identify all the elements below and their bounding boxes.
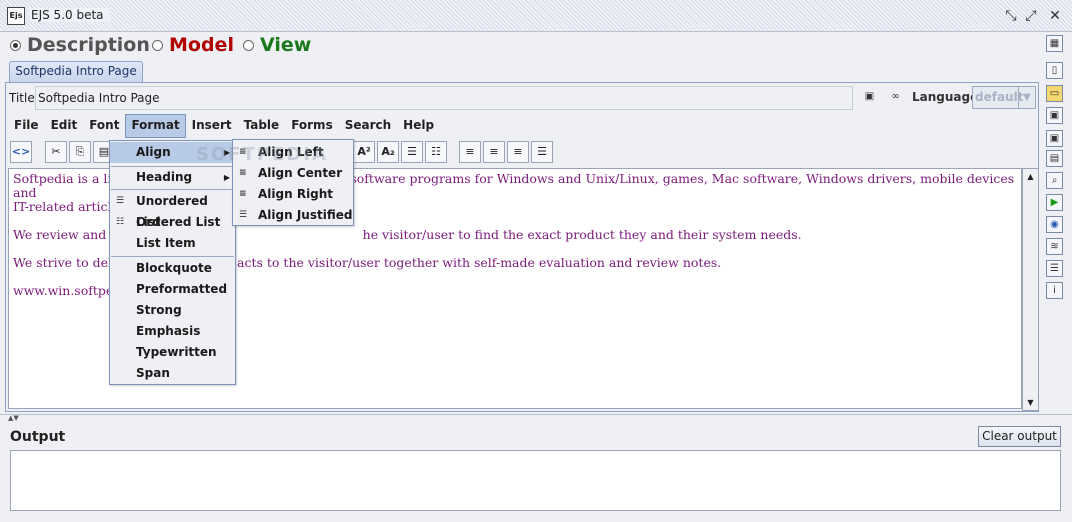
model-radio[interactable]	[152, 39, 163, 51]
menu-item-list-item[interactable]: List Item	[110, 233, 235, 254]
mode-model-label: Model	[169, 34, 234, 56]
subscript-button[interactable]: A₂	[377, 141, 399, 163]
grid-icon[interactable]: ▦	[1046, 35, 1063, 52]
watermark: SOFTPEDIA	[196, 144, 328, 165]
link-icon[interactable]: ∞	[887, 89, 904, 106]
save-icon[interactable]: ▣	[1046, 130, 1063, 147]
editor-scrollbar[interactable]: ▲ ▼	[1022, 168, 1039, 411]
maximize-icon[interactable]: ⤢	[1022, 7, 1040, 25]
menu-item-align-right[interactable]: ≡ Align Right	[233, 184, 353, 205]
browser-icon[interactable]: ◉	[1046, 216, 1063, 233]
editor-text: acts to the visitor/user together with s…	[237, 255, 722, 270]
description-radio[interactable]	[10, 39, 21, 51]
align-right-icon: ≡	[239, 189, 247, 199]
menu-item-emphasis[interactable]: Emphasis	[110, 321, 235, 342]
ordered-list-icon: ☷	[116, 217, 125, 227]
format-menu: Align ▶ Heading ▶ ☰ Unordered List ☷ Ordered…	[109, 140, 236, 385]
editor-text: www.win.softped	[13, 283, 122, 298]
editor-text: IT-related article	[13, 199, 119, 214]
align-justify-icon: ☰	[239, 210, 248, 220]
align-center-button[interactable]: ≡	[483, 141, 505, 163]
close-icon[interactable]: ✕	[1046, 7, 1064, 25]
menu-item-typewritten[interactable]: Typewritten	[110, 342, 235, 363]
align-left-button[interactable]: ≡	[459, 141, 481, 163]
superscript-button[interactable]: A²	[353, 141, 375, 163]
output-title: Output	[10, 429, 66, 445]
copy-button[interactable]: ⎘	[69, 141, 91, 163]
menu-item-strong[interactable]: Strong	[110, 300, 235, 321]
mode-model[interactable]: Model	[152, 33, 234, 57]
mode-view[interactable]: View	[243, 33, 311, 57]
menu-item-align-center[interactable]: ≡ Align Center	[233, 163, 353, 184]
scroll-down-icon[interactable]: ▼	[1023, 395, 1038, 410]
unordered-list-icon: ☰	[116, 196, 125, 206]
menu-font[interactable]: Font	[83, 114, 125, 138]
mode-view-label: View	[260, 34, 312, 56]
tab-softpedia-intro[interactable]: Softpedia Intro Page	[9, 61, 143, 82]
window-title: EJS 5.0 beta	[29, 8, 110, 22]
properties-icon[interactable]: ▣	[861, 89, 878, 106]
menu-item-ordered-list[interactable]: ☷ Ordered List	[110, 212, 235, 233]
menu-table[interactable]: Table	[238, 114, 286, 138]
menu-format[interactable]: Format	[125, 114, 186, 138]
run-icon[interactable]: ▶	[1046, 194, 1063, 211]
align-center-icon: ≡	[239, 168, 247, 178]
menu-item-align-justified[interactable]: ☰ Align Justified	[233, 205, 353, 226]
menu-search[interactable]: Search	[339, 114, 397, 138]
align-right-button[interactable]: ≡	[507, 141, 529, 163]
menubar: File Edit Font Format Insert Table Forms…	[8, 114, 440, 138]
chevron-down-icon[interactable]: ▼	[1018, 87, 1035, 108]
mode-description[interactable]: Description	[10, 33, 150, 57]
html-source-button[interactable]: <>	[10, 141, 32, 163]
editor-text: he visitor/user to find the exact produc…	[362, 227, 802, 242]
clear-output-button[interactable]: Clear output	[978, 426, 1061, 447]
info-icon[interactable]: i	[1046, 282, 1063, 299]
title-input[interactable]: Softpedia Intro Page	[35, 86, 853, 110]
editor-text: We strive to deliv	[13, 255, 124, 270]
menu-item-span[interactable]: Span	[110, 363, 235, 384]
output-area[interactable]	[10, 450, 1061, 511]
menu-item-blockquote[interactable]: Blockquote	[110, 258, 235, 279]
ordered-list-button[interactable]: ☷	[425, 141, 447, 163]
align-justify-button[interactable]: ☰	[531, 141, 553, 163]
minimize-icon[interactable]: ⤡	[1002, 7, 1020, 25]
menu-item-heading[interactable]: Heading ▶	[110, 167, 235, 188]
save-as-icon[interactable]: ▣	[1046, 107, 1063, 124]
submenu-arrow-icon: ▶	[223, 173, 230, 182]
menu-file[interactable]: File	[8, 114, 45, 138]
new-file-icon[interactable]: ▯	[1046, 62, 1063, 79]
split-divider[interactable]: ▲▼	[0, 414, 1072, 422]
unordered-list-button[interactable]: ☰	[401, 141, 423, 163]
scroll-up-icon[interactable]: ▲	[1023, 169, 1038, 184]
menu-help[interactable]: Help	[397, 114, 440, 138]
menu-insert[interactable]: Insert	[186, 114, 238, 138]
menu-forms[interactable]: Forms	[285, 114, 339, 138]
view-radio[interactable]	[243, 39, 254, 51]
layers-icon[interactable]: ≋	[1046, 238, 1063, 255]
options-icon[interactable]: ☰	[1046, 260, 1063, 277]
save-copy-icon[interactable]: ▤	[1046, 150, 1063, 167]
inspect-icon[interactable]: ⌕	[1046, 172, 1063, 189]
menu-item-preformatted[interactable]: Preformatted	[110, 279, 235, 300]
editor-text: We review and ca	[13, 227, 125, 242]
cut-button[interactable]: ✂	[45, 141, 67, 163]
menu-item-unordered-list[interactable]: ☰ Unordered List	[110, 191, 235, 229]
mode-description-label: Description	[27, 34, 150, 56]
app-icon: Ejs	[7, 7, 25, 25]
menu-edit[interactable]: Edit	[45, 114, 84, 138]
title-bar	[0, 0, 1072, 32]
open-folder-icon[interactable]: ▭	[1046, 85, 1063, 102]
